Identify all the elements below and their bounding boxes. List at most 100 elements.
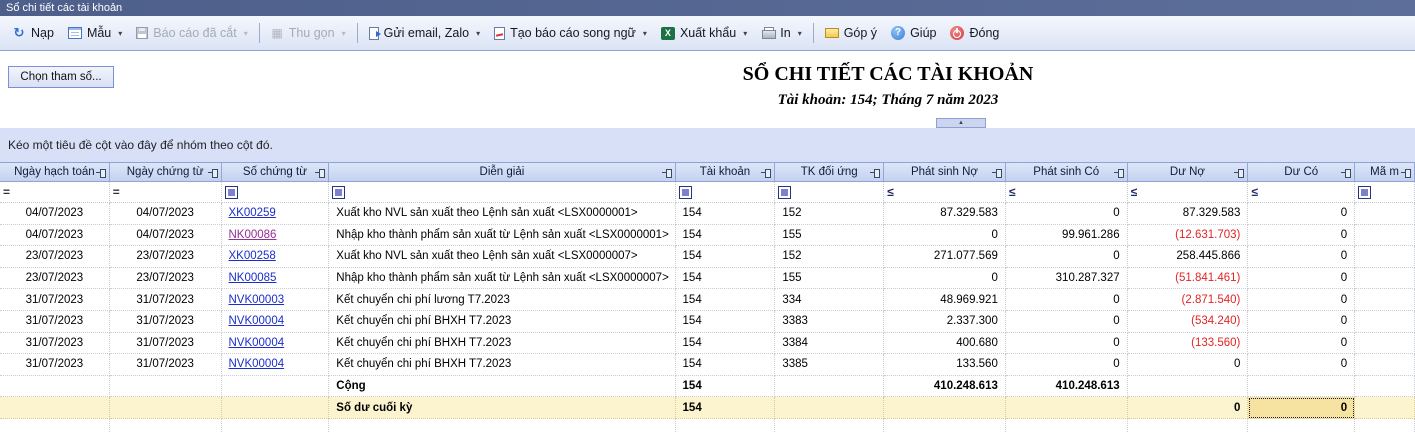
less-equal-operator-icon[interactable]: ≤ xyxy=(1131,185,1138,199)
cell-credit[interactable]: 0 xyxy=(1006,203,1128,225)
document-link[interactable]: XK00259 xyxy=(229,207,276,219)
cell-date_posted[interactable]: 23/07/2023 xyxy=(0,268,110,290)
column-header-credit[interactable]: Phát sinh Có xyxy=(1006,163,1128,182)
pin-icon[interactable] xyxy=(96,168,106,178)
cell-account[interactable]: 154 xyxy=(676,203,776,225)
cell-debit[interactable] xyxy=(884,397,1006,419)
cell-balance_credit[interactable]: 0 xyxy=(1248,333,1355,355)
cell-balance_debit[interactable]: (51.841.461) xyxy=(1128,268,1249,290)
cell-corr_account[interactable] xyxy=(775,376,884,398)
cell-corr_account[interactable]: 334 xyxy=(775,289,884,311)
pin-icon[interactable] xyxy=(1114,168,1124,178)
cell-code[interactable] xyxy=(1355,376,1415,398)
cell-doc_no[interactable]: NK00086 xyxy=(222,225,330,247)
dropdown-arrow-icon[interactable]: ▾ xyxy=(643,29,647,38)
filter-box-icon[interactable] xyxy=(225,186,238,199)
cell-credit[interactable]: 0 xyxy=(1006,354,1128,376)
cell-code[interactable] xyxy=(1355,289,1415,311)
cell-credit[interactable]: 0 xyxy=(1006,289,1128,311)
cell-corr_account[interactable]: 152 xyxy=(775,246,884,268)
cell-balance_debit[interactable]: 87.329.583 xyxy=(1128,203,1249,225)
cell-credit[interactable]: 99.961.286 xyxy=(1006,225,1128,247)
cell-debit[interactable]: 133.560 xyxy=(884,354,1006,376)
cell-date_posted[interactable]: 31/07/2023 xyxy=(0,333,110,355)
cell-balance_debit[interactable]: (12.631.703) xyxy=(1128,225,1249,247)
document-link[interactable]: NVK00003 xyxy=(229,294,285,306)
filter-cell-description[interactable] xyxy=(329,182,675,203)
pin-icon[interactable] xyxy=(992,168,1002,178)
toolbar-button-gop-y[interactable]: Góp ý xyxy=(818,22,884,44)
cell-code[interactable] xyxy=(1355,246,1415,268)
filter-cell-balance_debit[interactable]: ≤ xyxy=(1128,182,1249,203)
cell-date_posted[interactable]: 31/07/2023 xyxy=(0,354,110,376)
filter-cell-doc_no[interactable] xyxy=(222,182,330,203)
cell-account[interactable]: 154 xyxy=(676,333,776,355)
cell-date_doc[interactable]: 31/07/2023 xyxy=(110,311,222,333)
column-header-corr_account[interactable]: TK đối ứng xyxy=(775,163,884,182)
cell-balance_debit[interactable]: 0 xyxy=(1128,397,1249,419)
cell-balance_debit[interactable]: (133.560) xyxy=(1128,333,1249,355)
cell-balance_debit[interactable] xyxy=(1128,376,1249,398)
cell-date_doc[interactable] xyxy=(110,376,222,398)
cell-account[interactable]: 154 xyxy=(676,397,776,419)
pin-icon[interactable] xyxy=(1234,168,1244,178)
pin-icon[interactable] xyxy=(761,168,771,178)
toolbar-button-tao-bao-cao-song-ngu[interactable]: Tạo báo cáo song ngữ▾ xyxy=(487,22,654,44)
less-equal-operator-icon[interactable]: ≤ xyxy=(1251,185,1258,199)
document-link[interactable]: XK00258 xyxy=(229,250,276,262)
cell-corr_account[interactable]: 3383 xyxy=(775,311,884,333)
cell-date_doc[interactable]: 31/07/2023 xyxy=(110,289,222,311)
filter-cell-date_doc[interactable]: = xyxy=(110,182,222,203)
toolbar-button-in[interactable]: In▾ xyxy=(754,22,808,44)
toolbar-button-gui-email-zalo[interactable]: Gửi email, Zalo▾ xyxy=(362,22,488,44)
cell-account[interactable]: 154 xyxy=(676,376,776,398)
cell-corr_account[interactable]: 3384 xyxy=(775,333,884,355)
cell-debit[interactable]: 400.680 xyxy=(884,333,1006,355)
cell-doc_no[interactable]: XK00258 xyxy=(222,246,330,268)
cell-date_doc[interactable]: 31/07/2023 xyxy=(110,354,222,376)
cell-debit[interactable]: 48.969.921 xyxy=(884,289,1006,311)
filter-cell-account[interactable] xyxy=(676,182,776,203)
filter-box-icon[interactable] xyxy=(332,186,345,199)
cell-description[interactable]: Xuất kho NVL sản xuất theo Lệnh sản xuất… xyxy=(329,203,675,225)
equals-operator-icon[interactable]: = xyxy=(3,185,10,199)
cell-code[interactable] xyxy=(1355,354,1415,376)
cell-account[interactable]: 154 xyxy=(676,289,776,311)
dropdown-arrow-icon[interactable]: ▾ xyxy=(342,29,346,38)
cell-balance_credit[interactable]: 0 xyxy=(1248,311,1355,333)
cell-credit[interactable]: 310.287.327 xyxy=(1006,268,1128,290)
cell-doc_no[interactable]: NVK00004 xyxy=(222,333,330,355)
filter-cell-debit[interactable]: ≤ xyxy=(884,182,1006,203)
cell-date_doc[interactable]: 23/07/2023 xyxy=(110,268,222,290)
cell-corr_account[interactable]: 3385 xyxy=(775,354,884,376)
cell-date_posted[interactable]: 04/07/2023 xyxy=(0,203,110,225)
cell-code[interactable] xyxy=(1355,203,1415,225)
pin-icon[interactable] xyxy=(315,168,325,178)
cell-description[interactable]: Nhập kho thành phẩm sản xuất từ Lệnh sản… xyxy=(329,268,675,290)
cell-code[interactable] xyxy=(1355,311,1415,333)
cell-description[interactable]: Kết chuyển chi phí BHXH T7.2023 xyxy=(329,333,675,355)
cell-description[interactable]: Xuất kho NVL sản xuất theo Lệnh sản xuất… xyxy=(329,246,675,268)
window-titlebar[interactable]: Sổ chi tiết các tài khoản xyxy=(0,0,1415,16)
cell-balance_credit[interactable]: 0 xyxy=(1248,354,1355,376)
collapse-panel-button[interactable]: ▲ xyxy=(936,118,986,128)
column-header-account[interactable]: Tài khoản xyxy=(676,163,776,182)
toolbar-button-dong[interactable]: Đóng xyxy=(943,22,1006,44)
pin-icon[interactable] xyxy=(870,168,880,178)
document-link[interactable]: NK00085 xyxy=(229,272,277,284)
cell-doc_no[interactable]: NVK00004 xyxy=(222,311,330,333)
filter-cell-corr_account[interactable] xyxy=(775,182,884,203)
toolbar-button-mau[interactable]: Mẫu▾ xyxy=(61,22,129,44)
cell-date_doc[interactable]: 04/07/2023 xyxy=(110,225,222,247)
cell-date_posted[interactable] xyxy=(0,397,110,419)
column-header-balance_credit[interactable]: Dư Có xyxy=(1248,163,1355,182)
filter-cell-credit[interactable]: ≤ xyxy=(1006,182,1128,203)
filter-box-icon[interactable] xyxy=(1358,186,1371,199)
cell-description[interactable]: Kết chuyển chi phí BHXH T7.2023 xyxy=(329,311,675,333)
column-header-date_posted[interactable]: Ngày hạch toán xyxy=(0,163,110,182)
column-header-balance_debit[interactable]: Dư Nợ xyxy=(1128,163,1249,182)
cell-code[interactable] xyxy=(1355,397,1415,419)
cell-doc_no[interactable] xyxy=(222,376,330,398)
cell-balance_credit[interactable]: 0 xyxy=(1248,289,1355,311)
filter-box-icon[interactable] xyxy=(778,186,791,199)
